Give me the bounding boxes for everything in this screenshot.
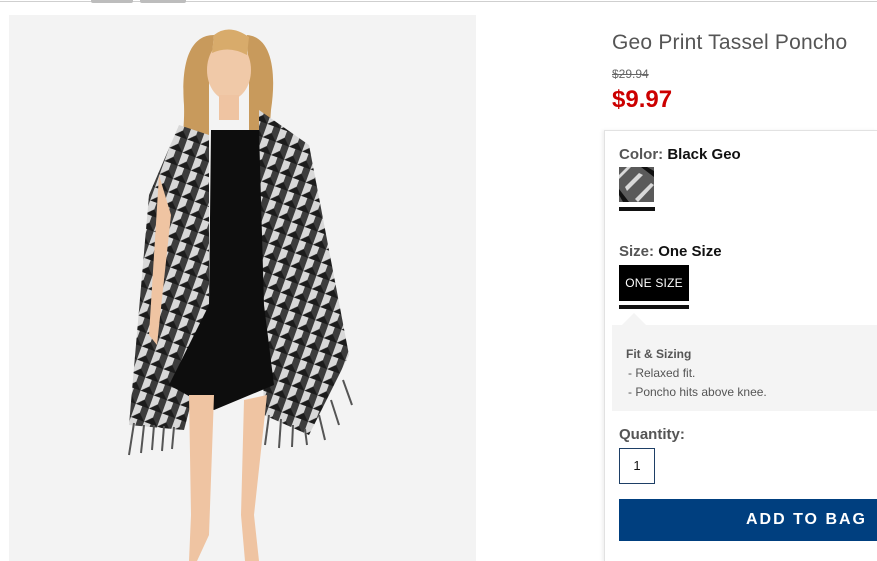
color-label-row: Color: Black Geo <box>619 146 741 163</box>
fit-box-pointer <box>622 313 646 325</box>
product-image <box>9 15 476 561</box>
color-label: Color: <box>619 146 664 163</box>
original-price: $29.94 <box>612 67 649 81</box>
color-value: Black Geo <box>667 146 741 163</box>
add-to-bag-button[interactable]: ADD TO BAG <box>619 499 877 541</box>
size-label-row: Size: One Size <box>619 243 722 260</box>
size-label: Size: <box>619 243 655 260</box>
selected-size-indicator <box>619 305 689 309</box>
fit-item: - Relaxed fit. <box>628 366 696 380</box>
product-page: Geo Print Tassel Poncho $29.94 $9.97 Col… <box>0 0 877 561</box>
quantity-label: Quantity: <box>619 426 685 443</box>
fit-item: - Poncho hits above knee. <box>628 385 767 399</box>
size-option-one-size[interactable]: ONE SIZE <box>619 265 689 301</box>
sale-price: $9.97 <box>612 86 673 113</box>
size-value: One Size <box>658 243 722 260</box>
top-tab-1[interactable] <box>91 0 133 3</box>
product-title: Geo Print Tassel Poncho <box>612 31 848 54</box>
geo-pattern-swatch-icon[interactable] <box>619 167 654 202</box>
fit-sizing-title: Fit & Sizing <box>626 347 692 361</box>
selected-color-indicator <box>619 207 655 211</box>
quantity-input[interactable]: 1 <box>619 448 655 484</box>
top-tab-2[interactable] <box>140 0 186 3</box>
